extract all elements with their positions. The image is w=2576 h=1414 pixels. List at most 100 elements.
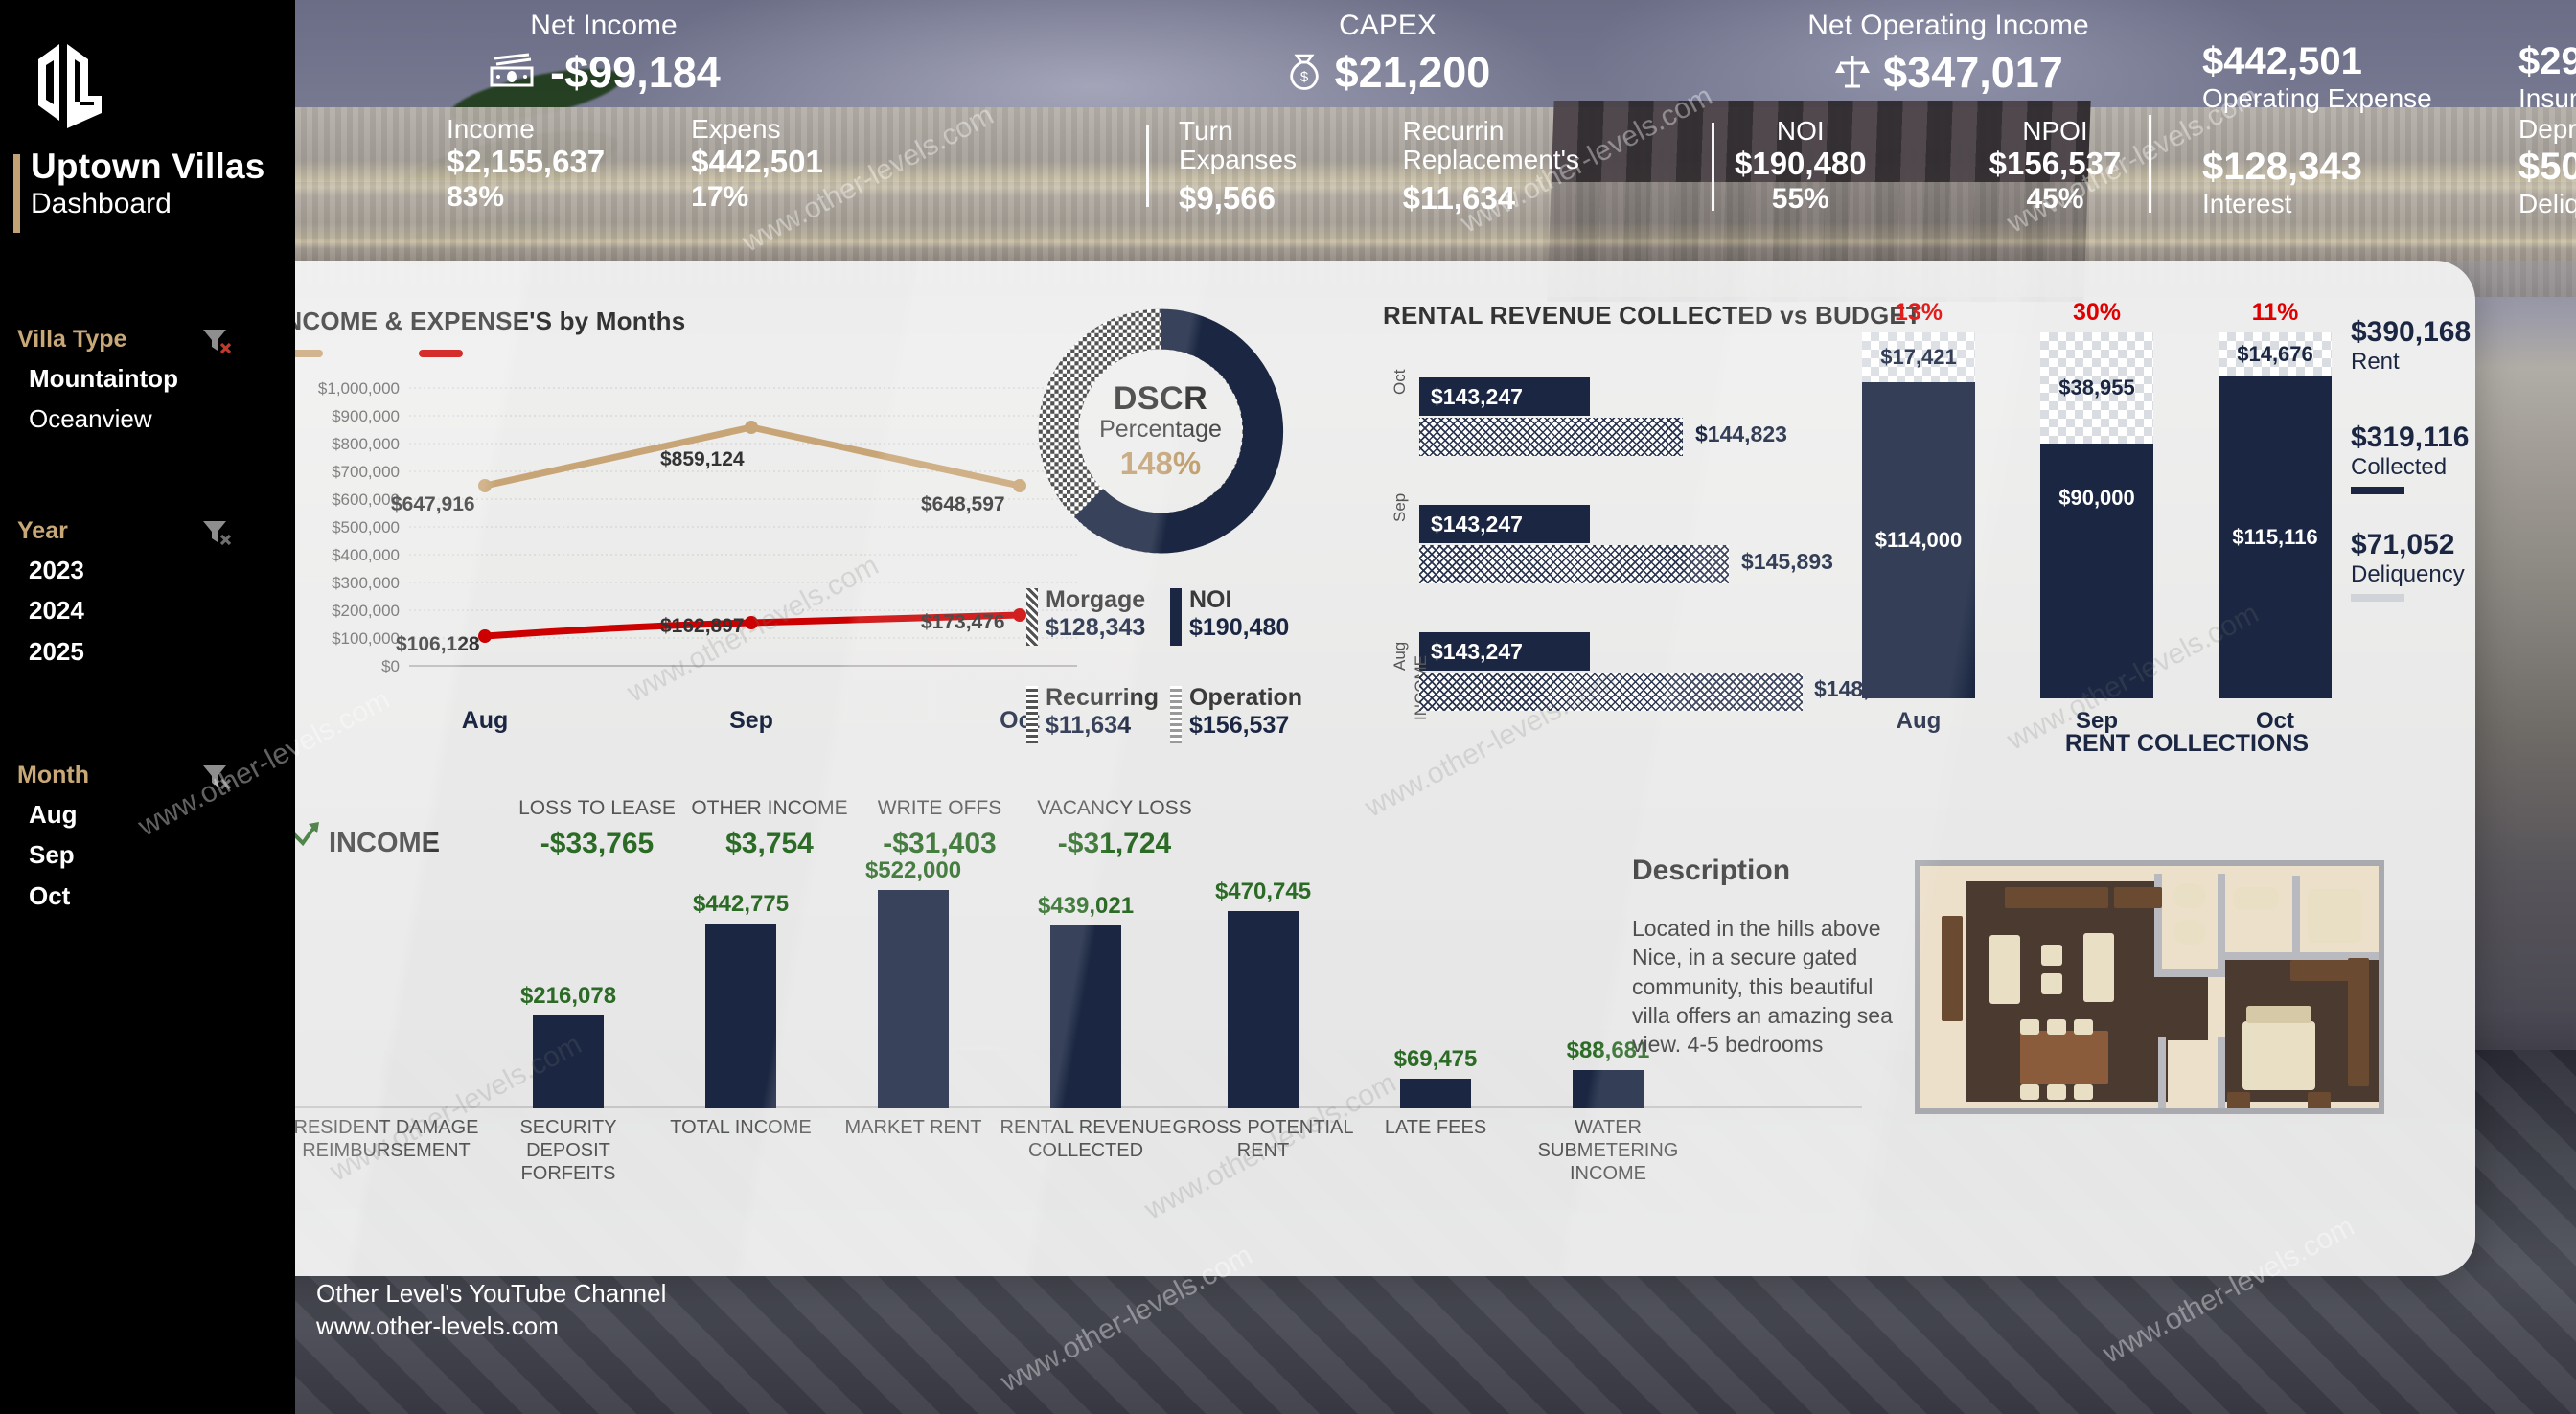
svg-text:$200,000: $200,000	[332, 602, 400, 620]
dscr-legend-recurring: Recurring $11,634	[1026, 684, 1170, 743]
svg-text:$800,000: $800,000	[332, 435, 400, 453]
rc-total-deliquency-label: Deliquency	[2351, 561, 2465, 587]
rrb-bar-collected-oct: $143,247	[1419, 377, 1590, 416]
income-top-stats: LOSS TO LEASE -$33,765 OTHER INCOME $3,7…	[511, 797, 1206, 860]
kpi-npoi-value: $156,537	[1989, 146, 2122, 182]
svg-text:$: $	[1300, 69, 1308, 85]
datalabel-income-oct: $648,597	[921, 493, 1005, 515]
rrb-group-aug: Aug INCOME $143,247 $148,305	[1391, 632, 1906, 720]
kpi-net-income-value: -$99,184	[550, 48, 721, 97]
kpi-net-income-label: Net Income	[530, 10, 678, 41]
kpi-net-income: Net Income -$99,184 Income $2,155,637 83…	[402, 10, 823, 214]
rc-total-rent-label: Rent	[2351, 349, 2400, 375]
filter-year: Year 2023 2024 2025	[17, 517, 266, 672]
rrb-label-collected-sep: $143,247	[1431, 511, 1523, 536]
rrb-bar-budget-aug: $148,305	[1419, 673, 1906, 711]
filter-year-label: Year	[17, 517, 68, 544]
kpi-noi-breakdown: NOI $190,480 55%	[1735, 116, 1867, 216]
income-col-total-income-label: TOTAL INCOME	[670, 1117, 812, 1138]
kpi-operating-expense-value: $442,501	[2202, 40, 2362, 82]
kpi-net-operating-income: Net Operating Income $347,017 NOI $190,4…	[1618, 10, 2174, 216]
filter-villa-type-header: Villa Type	[17, 326, 266, 358]
rc-total-rent-value: $390,168	[2351, 316, 2472, 348]
filter-option-oct[interactable]: Oct	[17, 876, 266, 916]
filter-clear-icon[interactable]	[201, 517, 234, 546]
svg-text:$0: $0	[381, 657, 400, 675]
kpi-income-label: Income	[447, 114, 535, 144]
chart-dscr-donut: DSCR Percentage 148% Morgage $128,343 NO…	[1005, 280, 1322, 743]
income-stat-loss-to-lease: LOSS TO LEASE -$33,765	[511, 797, 683, 860]
filter-option-aug[interactable]: Aug	[17, 794, 266, 834]
income-col-late-fees-label: LATE FEES	[1384, 1117, 1487, 1138]
rc-column-oct: 11% $14,676 $115,116 Oct	[2219, 299, 2332, 735]
svg-text:$600,000: $600,000	[332, 490, 400, 509]
kpi-divider-1	[1146, 125, 1149, 207]
income-col-total-income-value: $442,775	[692, 891, 790, 917]
filter-option-2025[interactable]: 2025	[17, 631, 266, 672]
dscr-legend-morgage-label: Morgage	[1046, 586, 1146, 613]
filter-month: Month Aug Sep Oct	[17, 762, 266, 916]
dscr-legend: Morgage $128,343 NOI $190,480 Recurring …	[1026, 586, 1314, 743]
svg-text:$300,000: $300,000	[332, 574, 400, 592]
rc-collected-swatch-icon	[2351, 487, 2404, 494]
income-stat-other-income: OTHER INCOME $3,754	[683, 797, 856, 860]
filter-month-label: Month	[17, 762, 89, 788]
income-stat-vacancy-loss: VACANCY LOSS -$31,724	[1024, 797, 1206, 860]
rrb-label-budget-sep: $145,893	[1741, 549, 1833, 574]
income-bar-total-income	[705, 924, 776, 1108]
filter-option-2023[interactable]: 2023	[17, 550, 266, 590]
svg-text:$700,000: $700,000	[332, 463, 400, 481]
rrb-axis-label-sep: Sep	[1391, 492, 1409, 522]
kpi-turn-expanses-value: $9,566	[1179, 180, 1276, 217]
svg-text:$400,000: $400,000	[332, 546, 400, 564]
filter-option-oceanview[interactable]: Oceanview	[17, 399, 266, 439]
kpi-turn-expanses-label: Turn Expanses	[1179, 116, 1297, 175]
kpi-deliquency: $505,204 Deliquency	[2518, 146, 2576, 219]
kpi-recurring-replacements-value: $11,634	[1402, 180, 1516, 217]
income-col-water-submetering-label: WATER SUBMETERING INCOME	[1537, 1117, 1679, 1184]
dscr-center-text: DSCR Percentage 148%	[1026, 297, 1295, 565]
kpi-noi-sub-pct: 55%	[1771, 183, 1829, 216]
datalabel-expense-aug: $106,128	[396, 633, 480, 655]
svg-text:$900,000: $900,000	[332, 407, 400, 425]
income-col-rental-revenue-label: RENTAL REVENUE COLLECTED	[1000, 1117, 1172, 1161]
xaxis-label-sep: Sep	[729, 707, 773, 734]
kpi-interest: $128,343 Interest	[2202, 146, 2362, 219]
filter-villa-type: Villa Type Mountaintop Oceanview	[17, 326, 266, 440]
income-col-late-fees-value: $69,475	[1393, 1046, 1478, 1072]
description-body: Located in the hills above Nice, in a se…	[1632, 916, 1893, 1058]
income-bar-water-submetering	[1573, 1070, 1644, 1108]
kpi-turn-expanses: Turn Expanses $9,566	[1179, 116, 1347, 217]
datalabel-income-sep: $859,124	[660, 448, 745, 470]
income-stat-other-income-label: OTHER INCOME	[691, 797, 848, 819]
dscr-center-value: 148%	[1119, 445, 1202, 481]
kpi-npoi-pct: 45%	[2026, 183, 2084, 216]
xaxis-label-aug: Aug	[461, 707, 509, 734]
rrb-group-oct: Oct $143,247 $144,823	[1391, 370, 1787, 456]
page-subtitle: Dashboard	[31, 187, 172, 219]
rrb-bar-collected-sep: $143,247	[1419, 505, 1590, 543]
filter-clear-icon[interactable]	[201, 326, 234, 354]
kpi-interest-value: $128,343	[2202, 146, 2362, 188]
income-stat-write-offs-value: -$31,403	[883, 828, 997, 859]
rc-bar-collected-sep: $90,000	[2040, 444, 2153, 698]
kpi-interest-label: Interest	[2202, 189, 2292, 218]
dscr-legend-morgage: Morgage $128,343	[1026, 586, 1170, 646]
income-stat-vacancy-loss-value: -$31,724	[1057, 828, 1172, 859]
kpi-npoi-breakdown: NPOI $156,537 45%	[1989, 116, 2122, 216]
kpi-expense-breakdown: Expens $442,501 17%	[691, 114, 823, 214]
rrb-label-collected-oct: $143,247	[1431, 383, 1523, 409]
dscr-legend-operation-label: Operation	[1189, 684, 1303, 711]
chart-income-expenses: INCOME & EXPENSE'S by Months $1,000,000 …	[277, 307, 1082, 734]
kpi-npoi-label: NPOI	[2022, 116, 2088, 146]
kpi-insurance-value: $29,159	[2518, 40, 2576, 82]
filter-option-mountaintop[interactable]: Mountaintop	[17, 358, 266, 399]
kpi-expens-label: Expens	[691, 114, 781, 144]
rc-column-aug: 13% $17,421 $114,000 Aug	[1862, 299, 1975, 735]
income-col-resident-damage-label: RESIDENT DAMAGE REIMBURSEMENT	[293, 1117, 479, 1161]
filter-option-2024[interactable]: 2024	[17, 590, 266, 630]
filter-clear-icon[interactable]	[201, 762, 234, 790]
income-col-gross-potential-rent-value: $470,745	[1214, 878, 1312, 904]
chart-rent-collections: 13% $17,421 $114,000 Aug 30% $38,955 $90…	[1862, 299, 2471, 757]
filter-option-sep[interactable]: Sep	[17, 834, 266, 875]
